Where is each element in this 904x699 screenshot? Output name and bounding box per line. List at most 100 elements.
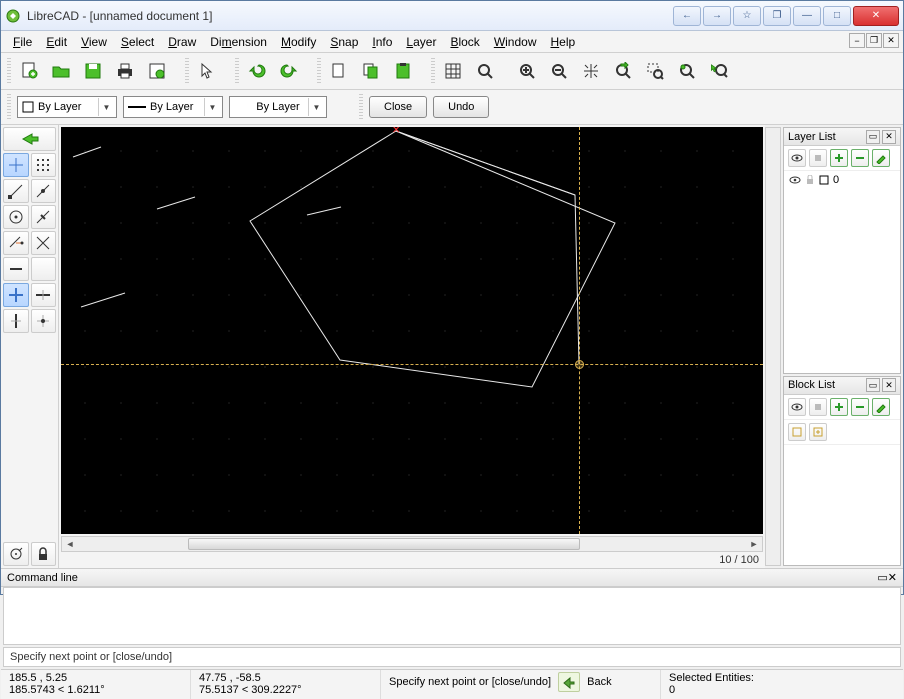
toolbar-handle[interactable]: [431, 58, 435, 84]
open-file-button[interactable]: [47, 57, 75, 85]
copy-button[interactable]: [357, 57, 385, 85]
panel-float-button[interactable]: ▭: [866, 130, 880, 144]
menu-block[interactable]: Block: [444, 33, 485, 51]
menu-file[interactable]: File: [7, 33, 38, 51]
block-visibility-icon[interactable]: [788, 398, 806, 416]
block-remove-button[interactable]: [851, 398, 869, 416]
menu-window[interactable]: Window: [488, 33, 543, 51]
restrict-nothing-button[interactable]: [3, 257, 29, 281]
cut-button[interactable]: [325, 57, 353, 85]
new-file-button[interactable]: [15, 57, 43, 85]
menu-snap[interactable]: Snap: [324, 33, 364, 51]
toolbar-handle[interactable]: [7, 94, 11, 120]
drawing-canvas[interactable]: ✕: [61, 127, 763, 534]
panel-float-button[interactable]: ▭: [877, 571, 887, 584]
color-combo[interactable]: By Layer ▼: [17, 96, 117, 118]
panel-float-button[interactable]: ▭: [866, 378, 880, 392]
block-rename-button[interactable]: [872, 398, 890, 416]
aux-back-button[interactable]: ←: [673, 6, 701, 26]
print-preview-button[interactable]: [143, 57, 171, 85]
linewidth-combo[interactable]: By Layer ▼: [229, 96, 327, 118]
linetype-combo[interactable]: By Layer ▼: [123, 96, 223, 118]
mdi-minimize-button[interactable]: −: [849, 33, 865, 48]
print-button[interactable]: [111, 57, 139, 85]
zoom-out-button[interactable]: [545, 57, 573, 85]
scrollbar-thumb[interactable]: [188, 538, 580, 550]
zoom-prev-button[interactable]: [609, 57, 637, 85]
toolbar-handle[interactable]: [235, 58, 239, 84]
vertical-scrollbar[interactable]: [765, 127, 781, 566]
scroll-left-icon[interactable]: ◄: [62, 539, 78, 549]
zoom-window-button[interactable]: [641, 57, 669, 85]
relative-zero-button[interactable]: [3, 542, 29, 566]
layer-edit-button[interactable]: [872, 149, 890, 167]
zoom-select-button[interactable]: [705, 57, 733, 85]
snap-grid-button[interactable]: [31, 153, 57, 177]
toolbar-handle[interactable]: [7, 58, 11, 84]
command-input[interactable]: Specify next point or [close/undo]: [3, 647, 901, 667]
minimize-button[interactable]: ―: [793, 6, 821, 26]
snap-free-button[interactable]: [3, 153, 29, 177]
block-hide-icon[interactable]: [809, 398, 827, 416]
menu-info[interactable]: Info: [366, 33, 398, 51]
mdi-restore-button[interactable]: ❐: [866, 33, 882, 48]
layer-add-button[interactable]: [830, 149, 848, 167]
save-file-button[interactable]: [79, 57, 107, 85]
aux-fav-button[interactable]: ☆: [733, 6, 761, 26]
menu-dimension[interactable]: Dimension: [204, 33, 273, 51]
layer-remove-button[interactable]: [851, 149, 869, 167]
restrict-vert-button[interactable]: [3, 309, 29, 333]
selected-label: Selected Entities:: [669, 672, 803, 684]
back-tool-button[interactable]: [3, 127, 56, 151]
menu-help[interactable]: Help: [545, 33, 582, 51]
toolbar-handle[interactable]: [317, 58, 321, 84]
aux-fwd-button[interactable]: →: [703, 6, 731, 26]
toolbar-handle[interactable]: [359, 94, 363, 120]
layer-visibility-icon[interactable]: [788, 149, 806, 167]
menu-view[interactable]: View: [75, 33, 113, 51]
snap-middle-button[interactable]: [31, 205, 57, 229]
menu-modify[interactable]: Modify: [275, 33, 322, 51]
block-add-button[interactable]: [830, 398, 848, 416]
block-insert-button[interactable]: [809, 423, 827, 441]
zoom-pan-button[interactable]: [673, 57, 701, 85]
scroll-right-icon[interactable]: ►: [746, 539, 762, 549]
menu-draw[interactable]: Draw: [162, 33, 202, 51]
snap-center-button[interactable]: [3, 205, 29, 229]
zoom-redraw-button[interactable]: [471, 57, 499, 85]
layer-item[interactable]: 0: [789, 174, 895, 186]
restrict-horiz-button[interactable]: [31, 283, 57, 307]
toolbar-handle[interactable]: [185, 58, 189, 84]
paste-button[interactable]: [389, 57, 417, 85]
close-polyline-button[interactable]: Close: [369, 96, 427, 118]
snap-intersection-button[interactable]: [31, 231, 57, 255]
block-edit-button[interactable]: [788, 423, 806, 441]
undo-segment-button[interactable]: Undo: [433, 96, 489, 118]
mdi-close-button[interactable]: ✕: [883, 33, 899, 48]
maximize-button[interactable]: □: [823, 6, 851, 26]
snap-endpoint-button[interactable]: [3, 179, 29, 203]
crosshair-vertical: [579, 127, 580, 534]
panel-close-button[interactable]: ✕: [882, 378, 896, 392]
undo-button[interactable]: [243, 57, 271, 85]
menu-edit[interactable]: Edit: [40, 33, 73, 51]
panel-close-button[interactable]: ✕: [882, 130, 896, 144]
layer-freeze-icon[interactable]: [809, 149, 827, 167]
panel-close-button[interactable]: ✕: [888, 571, 897, 584]
grid-toggle-button[interactable]: [439, 57, 467, 85]
back-icon[interactable]: [558, 672, 580, 692]
close-button[interactable]: ✕: [853, 6, 899, 26]
pointer-button[interactable]: [193, 57, 221, 85]
restrict-ortho-button[interactable]: [3, 283, 29, 307]
menu-select[interactable]: Select: [115, 33, 160, 51]
redo-button[interactable]: [275, 57, 303, 85]
snap-distance-button[interactable]: [3, 231, 29, 255]
zoom-in-button[interactable]: [513, 57, 541, 85]
restrict-angled-button[interactable]: [31, 309, 57, 333]
lock-relative-zero-button[interactable]: [31, 542, 57, 566]
menu-layer[interactable]: Layer: [400, 33, 442, 51]
aux-windows-button[interactable]: ❐: [763, 6, 791, 26]
snap-onentity-button[interactable]: [31, 179, 57, 203]
horizontal-scrollbar[interactable]: ◄ ►: [61, 536, 763, 552]
zoom-auto-button[interactable]: [577, 57, 605, 85]
